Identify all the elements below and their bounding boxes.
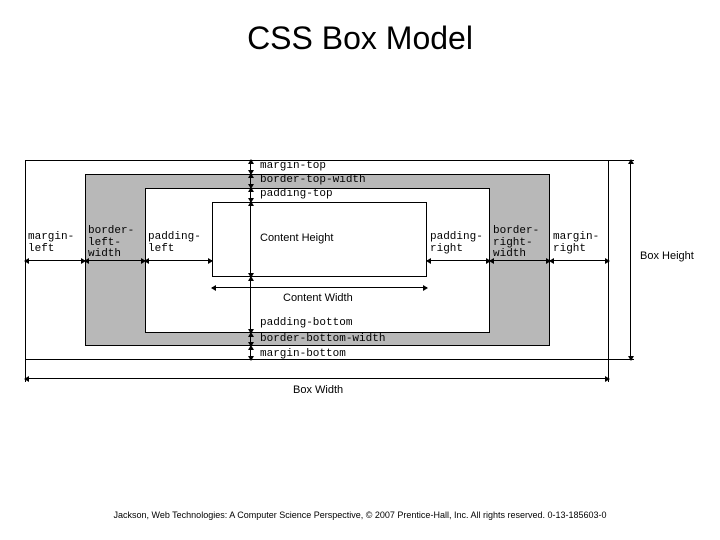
arrow-padding-top (250, 188, 251, 202)
arrow-box-width (25, 378, 609, 379)
label-border-right: border- right- width (493, 226, 539, 261)
page-title: CSS Box Model (0, 20, 720, 57)
boxwidth-tick-left (25, 360, 26, 382)
label-margin-top: margin-top (260, 161, 326, 173)
arrow-padding-left (145, 260, 212, 261)
label-content-height: Content Height (260, 232, 333, 244)
arrow-margin-right (550, 260, 609, 261)
arrow-margin-left (25, 260, 85, 261)
label-padding-bottom: padding-bottom (260, 318, 352, 330)
label-margin-bottom: margin-bottom (260, 349, 346, 361)
box-model-diagram: margin-top border-top-width padding-top … (25, 160, 695, 410)
label-padding-left: padding- left (148, 232, 201, 255)
label-margin-left: margin- left (28, 232, 74, 255)
arrow-box-height (630, 160, 631, 360)
boxheight-tick-top (609, 160, 634, 161)
label-padding-right: padding- right (430, 232, 483, 255)
arrow-content-width (212, 287, 427, 288)
label-content-width: Content Width (283, 292, 353, 304)
arrow-margin-top (250, 160, 251, 174)
label-padding-top: padding-top (260, 189, 333, 201)
label-box-height: Box Height (640, 250, 694, 262)
arrow-margin-bottom (250, 346, 251, 360)
label-border-top: border-top-width (260, 175, 366, 187)
arrow-content-height (250, 202, 251, 277)
boxwidth-tick-right (608, 360, 609, 382)
arrow-border-top (250, 174, 251, 188)
arrow-padding-bottom (250, 277, 251, 333)
boxheight-tick-bottom (609, 359, 634, 360)
arrow-padding-right (427, 260, 490, 261)
label-border-bottom: border-bottom-width (260, 334, 385, 346)
label-border-left: border- left- width (88, 226, 134, 261)
label-box-width: Box Width (293, 384, 343, 396)
label-margin-right: margin- right (553, 232, 599, 255)
footer-citation: Jackson, Web Technologies: A Computer Sc… (0, 510, 720, 520)
